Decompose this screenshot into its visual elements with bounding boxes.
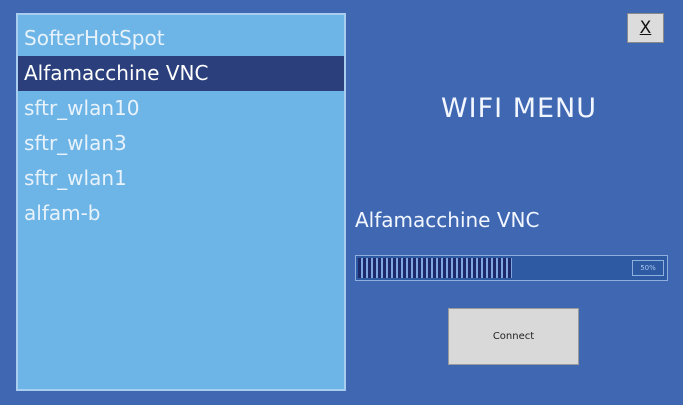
connection-progress-bar: 50% — [355, 255, 668, 281]
network-item-selected[interactable]: Alfamacchine VNC — [18, 56, 344, 91]
wifi-network-list[interactable]: SofterHotSpot Alfamacchine VNC sftr_wlan… — [16, 13, 346, 391]
network-item[interactable]: SofterHotSpot — [18, 21, 344, 56]
network-item[interactable]: alfam-b — [18, 196, 344, 231]
network-item[interactable]: sftr_wlan10 — [18, 91, 344, 126]
connect-button[interactable]: Connect — [448, 308, 579, 365]
selected-network-label: Alfamacchine VNC — [355, 208, 540, 232]
progress-percent-label: 50% — [632, 260, 664, 276]
connect-button-label: Connect — [492, 331, 535, 342]
network-item[interactable]: sftr_wlan3 — [18, 126, 344, 161]
network-item[interactable]: sftr_wlan1 — [18, 161, 344, 196]
close-button[interactable]: X — [627, 13, 664, 43]
progress-bar-fill — [358, 258, 512, 278]
page-title: WIFI MENU — [440, 93, 598, 124]
